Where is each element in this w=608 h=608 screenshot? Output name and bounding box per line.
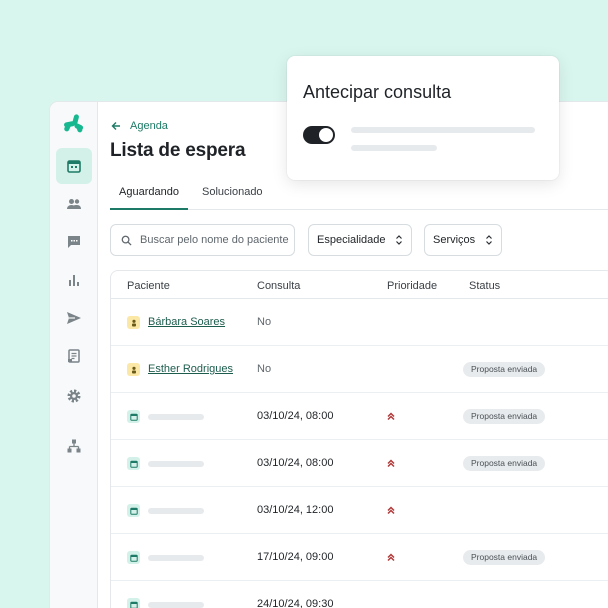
services-select[interactable]: Serviços	[424, 224, 502, 256]
chat-icon	[68, 236, 80, 248]
specialty-select-label: Especialidade	[317, 234, 386, 246]
sidebar-item-settings[interactable]	[56, 378, 92, 414]
doctoralia-logo-icon[interactable]	[62, 112, 86, 136]
table-row[interactable]: 03/10/24, 08:00 Proposta enviada	[111, 440, 608, 487]
send-icon	[67, 312, 81, 324]
patient-person-icon	[127, 363, 140, 376]
popup-title: Antecipar consulta	[303, 82, 452, 102]
page-title: Lista de espera	[110, 140, 246, 161]
sidebar-item-organization[interactable]	[56, 428, 92, 464]
status-badge: Proposta enviada	[463, 550, 546, 565]
table-row[interactable]: 03/10/24, 08:00 Proposta enviada	[111, 393, 608, 440]
table-row[interactable]: Esther Rodrigues No Proposta enviada	[111, 346, 608, 393]
consult-value: 03/10/24, 08:00	[257, 457, 334, 469]
patient-name-placeholder	[148, 555, 204, 561]
patient-name-placeholder	[148, 414, 204, 420]
patient-calendar-icon	[127, 410, 140, 423]
search-icon	[121, 235, 132, 246]
patient-calendar-icon	[127, 504, 140, 517]
search-box[interactable]	[110, 224, 295, 256]
table-row[interactable]: 03/10/24, 12:00	[111, 487, 608, 534]
anticipate-appointment-popup: Antecipar consulta	[287, 56, 559, 180]
sidebar	[50, 102, 98, 608]
column-header-patient[interactable]: Paciente	[127, 280, 170, 292]
specialty-select[interactable]: Especialidade	[308, 224, 412, 256]
consult-value: 24/10/24, 09:30	[257, 598, 334, 608]
table-row[interactable]: 24/10/24, 09:30	[111, 581, 608, 608]
patient-name-placeholder	[148, 508, 204, 514]
patient-calendar-icon	[127, 551, 140, 564]
document-icon	[68, 349, 80, 363]
placeholder-line	[351, 127, 535, 133]
anticipate-toggle[interactable]	[303, 126, 335, 144]
sidebar-item-messages[interactable]	[56, 224, 92, 260]
patient-name-placeholder	[148, 602, 204, 608]
consult-value: 03/10/24, 12:00	[257, 504, 334, 516]
table-header: Paciente Consulta Prioridade Status	[111, 271, 608, 299]
bar-chart-icon	[69, 275, 79, 286]
high-priority-icon	[387, 506, 395, 515]
patient-name-placeholder	[148, 461, 204, 467]
patient-name-link[interactable]: Bárbara Soares	[148, 316, 225, 328]
gear-icon	[67, 389, 81, 403]
status-badge: Proposta enviada	[463, 456, 546, 471]
sidebar-item-calendar[interactable]	[56, 148, 92, 184]
sidebar-item-documents[interactable]	[56, 338, 92, 374]
column-header-status[interactable]: Status	[469, 280, 500, 292]
column-header-priority[interactable]: Prioridade	[387, 280, 437, 292]
consult-value: No	[257, 316, 272, 328]
services-select-label: Serviços	[433, 234, 476, 246]
column-header-consult[interactable]: Consulta	[257, 280, 300, 292]
breadcrumb[interactable]: Agenda	[110, 120, 168, 132]
table-row[interactable]: Bárbara Soares No	[111, 299, 608, 346]
breadcrumb-link[interactable]: Agenda	[130, 120, 168, 132]
tab-solucionado[interactable]: Solucionado	[202, 186, 263, 210]
waitlist-table: Paciente Consulta Prioridade Status Bárb…	[110, 270, 608, 608]
high-priority-icon	[387, 459, 395, 468]
chevron-up-down-icon	[486, 235, 492, 245]
tab-bar: Aguardando Solucionado	[110, 182, 608, 210]
patient-calendar-icon	[127, 598, 140, 608]
sidebar-item-patients[interactable]	[56, 186, 92, 222]
chevron-up-down-icon	[396, 235, 402, 245]
status-badge: Proposta enviada	[463, 409, 546, 424]
users-icon	[67, 199, 81, 209]
arrow-left-icon	[111, 122, 120, 130]
tab-aguardando[interactable]: Aguardando	[110, 186, 188, 210]
consult-value: 03/10/24, 08:00	[257, 410, 334, 422]
calendar-icon	[67, 160, 81, 173]
patient-calendar-icon	[127, 457, 140, 470]
table-row[interactable]: 17/10/24, 09:00 Proposta enviada	[111, 534, 608, 581]
placeholder-line	[351, 145, 437, 151]
high-priority-icon	[387, 553, 395, 562]
sidebar-item-campaigns[interactable]	[56, 300, 92, 336]
consult-value: 17/10/24, 09:00	[257, 551, 334, 563]
status-badge: Proposta enviada	[463, 362, 546, 377]
sidebar-item-reports[interactable]	[56, 262, 92, 298]
consult-value: No	[257, 363, 272, 375]
search-input[interactable]	[140, 234, 290, 246]
patient-name-link[interactable]: Esther Rodrigues	[148, 363, 233, 375]
patient-person-icon	[127, 316, 140, 329]
org-icon	[67, 439, 81, 453]
high-priority-icon	[387, 412, 395, 421]
